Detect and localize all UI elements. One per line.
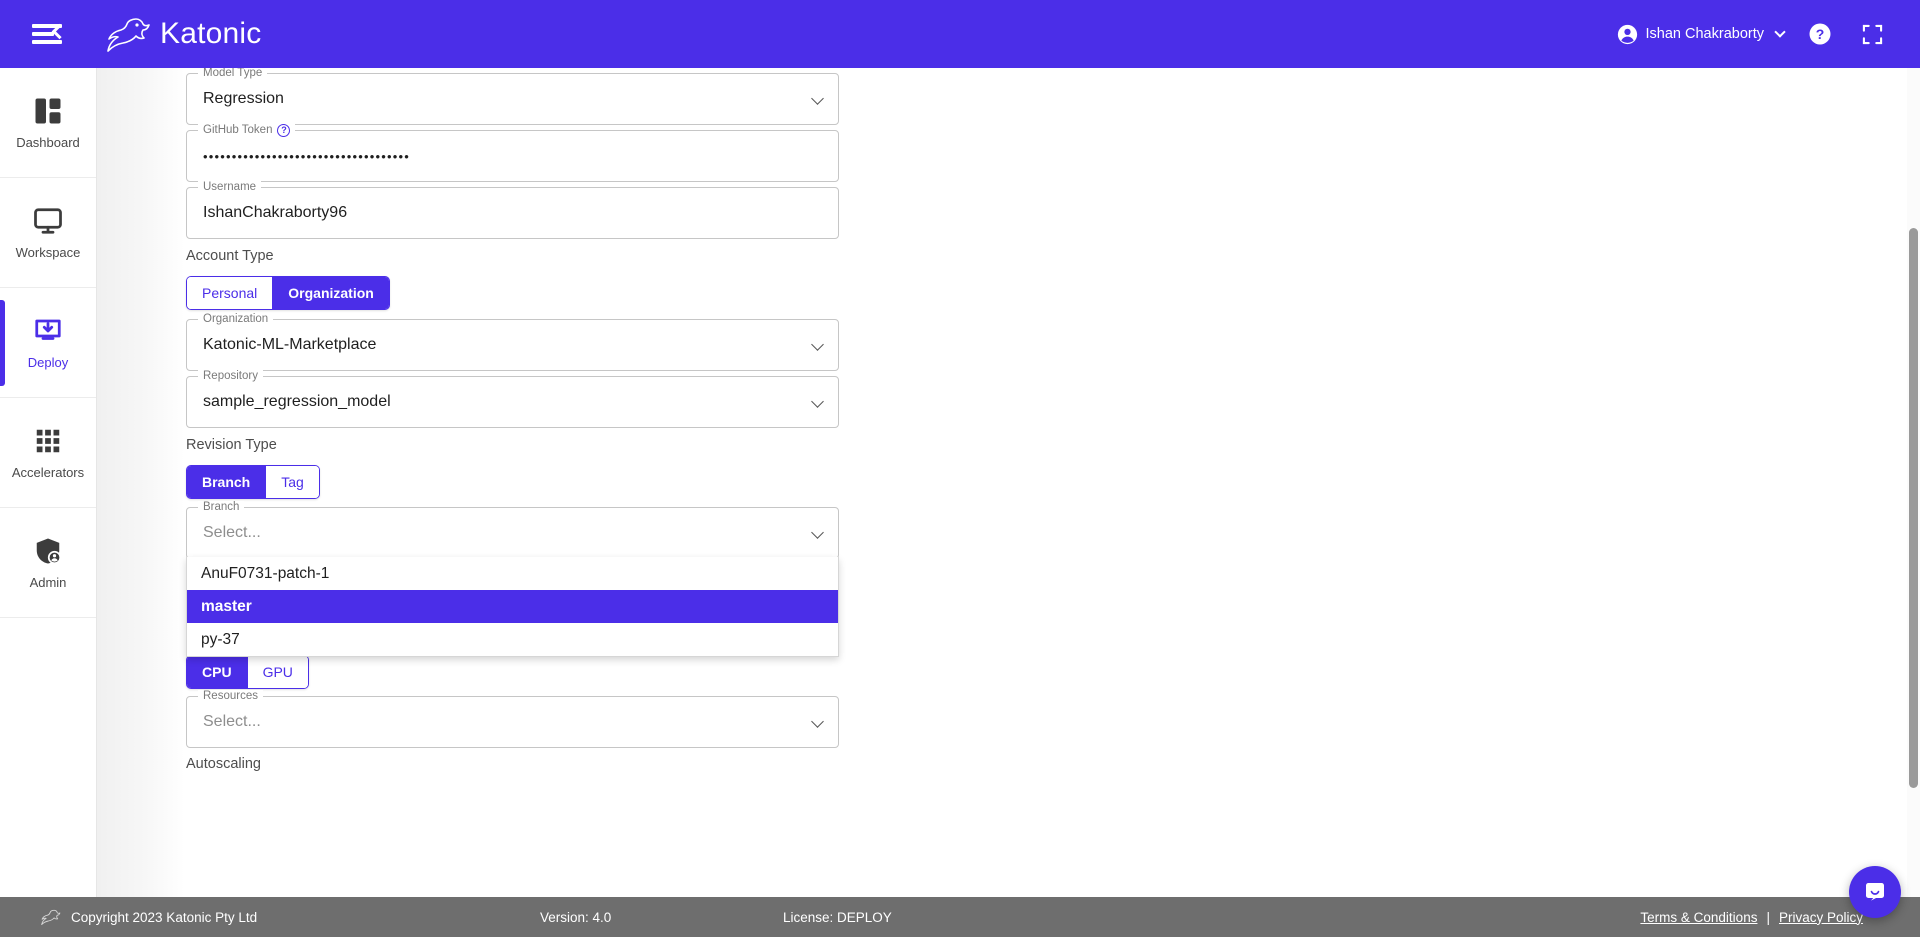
sidebar-item-label: Workspace <box>15 244 81 260</box>
username-label: Username <box>198 181 262 194</box>
menu-collapse-button[interactable] <box>20 0 76 68</box>
github-token-field[interactable]: GitHub Token ? •••••••••••••••••••••••••… <box>186 124 839 182</box>
footer-copyright: Copyright 2023 Katonic Pty Ltd <box>71 909 258 925</box>
account-type-option-personal[interactable]: Personal <box>187 277 274 309</box>
avatar-icon <box>1617 24 1637 44</box>
branch-select[interactable]: Branch Select... <box>186 501 839 559</box>
sidebar-item-deploy[interactable]: Deploy <box>0 288 96 398</box>
content-left-shade <box>97 68 185 937</box>
sidebar-item-workspace[interactable]: Workspace <box>0 178 96 288</box>
repository-label: Repository <box>198 370 263 383</box>
svg-text:?: ? <box>1816 26 1825 42</box>
username-value: IshanChakraborty96 <box>203 204 348 221</box>
revision-type-label: Revision Type <box>186 437 277 453</box>
kangaroo-logo-icon <box>107 18 150 52</box>
kangaroo-logo-icon <box>41 909 61 925</box>
resources-label: Resources <box>198 690 263 703</box>
model-type-value: Regression <box>203 90 284 107</box>
branch-label: Branch <box>198 501 245 514</box>
header-actions: Ishan Chakraborty ? <box>1607 9 1920 59</box>
revision-type-option-tag[interactable]: Tag <box>266 466 319 498</box>
privacy-policy-link[interactable]: Privacy Policy <box>1779 910 1863 925</box>
hamburger-collapse-icon <box>32 22 68 46</box>
chevron-down-icon <box>811 395 824 408</box>
fullscreen-icon <box>1862 24 1882 44</box>
branch-option-selected[interactable]: master <box>187 590 838 623</box>
sidebar-nav: Dashboard Workspace Deploy Accelerators <box>0 68 97 937</box>
chat-launcher-button[interactable] <box>1849 866 1901 918</box>
repository-select[interactable]: Repository sample_regression_model <box>186 370 839 428</box>
admin-user-icon <box>36 538 62 564</box>
sidebar-item-label: Deploy <box>27 354 69 370</box>
model-type-select[interactable]: Model Type Regression <box>186 68 839 125</box>
compute-type-option-gpu[interactable]: GPU <box>247 656 308 688</box>
chat-bubble-icon <box>1866 883 1884 901</box>
vertical-scrollbar-thumb[interactable] <box>1909 228 1918 788</box>
footer-separator: | <box>1766 909 1770 925</box>
sidebar-item-accelerators[interactable]: Accelerators <box>0 398 96 508</box>
repository-value: sample_regression_model <box>203 393 391 410</box>
revision-type-option-branch[interactable]: Branch <box>187 466 267 498</box>
account-type-option-organization[interactable]: Organization <box>273 277 389 309</box>
chevron-down-icon <box>811 526 824 539</box>
dashboard-icon <box>35 98 61 124</box>
resources-value: Select... <box>203 713 261 730</box>
app-footer: Copyright 2023 Katonic Pty Ltd Version: … <box>0 897 1920 937</box>
branch-value: Select... <box>203 524 261 541</box>
fullscreen-button[interactable] <box>1846 9 1898 59</box>
organization-label: Organization <box>198 313 274 326</box>
account-type-toggle-group: Personal Organization <box>186 276 390 310</box>
app-header: Katonic Ishan Chakraborty ? <box>0 0 1920 68</box>
footer-links: Terms & Conditions | Privacy Policy <box>1640 910 1863 925</box>
compute-type-option-cpu[interactable]: CPU <box>187 656 248 688</box>
footer-copyright-group: Copyright 2023 Katonic Pty Ltd <box>40 909 257 925</box>
user-menu-button[interactable]: Ishan Chakraborty <box>1607 18 1794 51</box>
deploy-icon <box>35 319 61 340</box>
organization-value: Katonic-ML-Marketplace <box>203 336 377 353</box>
chevron-down-icon <box>811 92 824 105</box>
user-name-label: Ishan Chakraborty <box>1645 26 1764 42</box>
github-token-label: GitHub Token ? <box>198 124 296 137</box>
terms-and-conditions-link[interactable]: Terms & Conditions <box>1640 910 1757 925</box>
chevron-down-icon <box>811 715 824 728</box>
question-mark-icon[interactable]: ? <box>277 124 291 137</box>
account-type-label: Account Type <box>186 248 274 264</box>
chevron-down-icon <box>1774 26 1786 38</box>
monitor-icon <box>34 207 62 234</box>
brand-logo[interactable]: Katonic <box>106 16 261 52</box>
autoscaling-label: Autoscaling <box>186 756 261 772</box>
main-content: Model Type Regression GitHub Token ? •••… <box>97 68 1920 937</box>
footer-license: License: DEPLOY <box>783 909 892 925</box>
github-token-value: •••••••••••••••••••••••••••••••••••• <box>203 148 411 164</box>
help-button[interactable]: ? <box>1794 9 1846 59</box>
sidebar-item-admin[interactable]: Admin <box>0 508 96 618</box>
compute-type-toggle-group: CPU GPU <box>186 655 309 689</box>
brand-name: Katonic <box>160 17 262 50</box>
help-circle-icon: ? <box>1809 23 1831 45</box>
branch-option[interactable]: py-37 <box>187 623 838 656</box>
resources-select[interactable]: Resources Select... <box>186 690 839 748</box>
grid-apps-icon <box>36 429 60 452</box>
sidebar-item-dashboard[interactable]: Dashboard <box>0 68 96 178</box>
sidebar-item-label: Dashboard <box>16 135 80 150</box>
footer-version: Version: 4.0 <box>540 909 612 925</box>
branch-option[interactable]: AnuF0731-patch-1 <box>187 557 838 590</box>
branch-dropdown-menu: AnuF0731-patch-1 master py-37 <box>186 557 839 657</box>
organization-select[interactable]: Organization Katonic-ML-Marketplace <box>186 313 839 371</box>
sidebar-item-label: Accelerators <box>11 464 85 480</box>
revision-type-toggle-group: Branch Tag <box>186 465 320 499</box>
sidebar-item-label: Admin <box>29 574 67 590</box>
model-type-label: Model Type <box>198 68 268 80</box>
username-field[interactable]: Username IshanChakraborty96 <box>186 181 839 239</box>
chevron-down-icon <box>811 338 824 351</box>
